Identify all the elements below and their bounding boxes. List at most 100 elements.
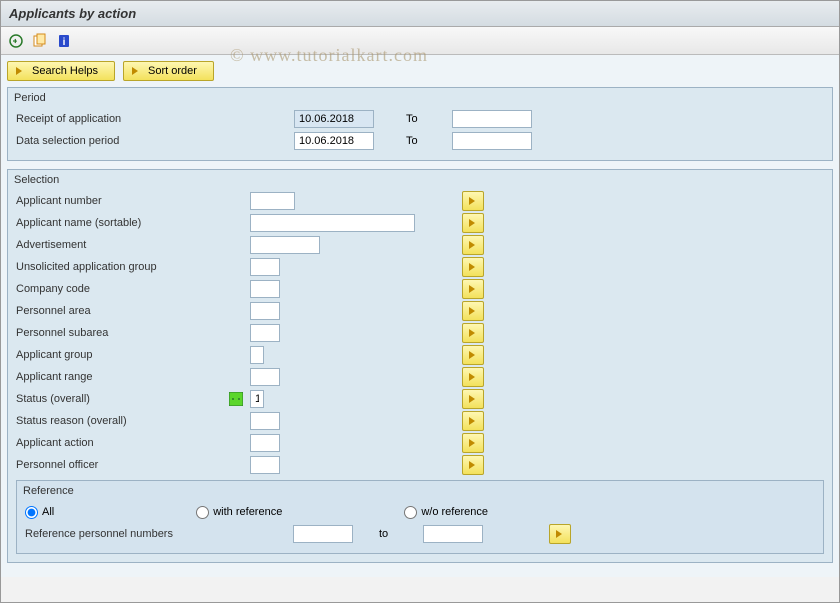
arrow-right-icon: [467, 437, 479, 449]
selection-group-title: Selection: [12, 174, 824, 186]
multiple-selection-button[interactable]: [462, 411, 484, 431]
field-input[interactable]: [250, 236, 320, 254]
multiple-selection-button[interactable]: [462, 301, 484, 321]
multiple-selection-button[interactable]: [462, 345, 484, 365]
field-input[interactable]: [250, 456, 280, 474]
execute-icon[interactable]: [7, 32, 25, 50]
field-label: Applicant range: [16, 371, 196, 383]
arrow-right-icon: [467, 393, 479, 405]
field-label: Personnel area: [16, 305, 196, 317]
arrow-right-icon: [130, 65, 142, 77]
arrow-right-icon: [14, 65, 26, 77]
ref-all-input[interactable]: [25, 506, 38, 519]
multiple-selection-button[interactable]: [462, 455, 484, 475]
selection-row: Company code: [16, 278, 824, 300]
reference-group-title: Reference: [21, 485, 815, 497]
selection-row: Advertisement: [16, 234, 824, 256]
arrow-right-icon: [467, 239, 479, 251]
multiple-selection-button[interactable]: [462, 279, 484, 299]
sort-order-button[interactable]: Sort order: [123, 61, 214, 81]
multiple-selection-button[interactable]: [462, 213, 484, 233]
ref-pernr-from-input[interactable]: [293, 525, 353, 543]
field-input[interactable]: [250, 280, 280, 298]
selection-row: Applicant action: [16, 432, 824, 454]
field-input[interactable]: [250, 346, 264, 364]
multiple-selection-button[interactable]: [462, 433, 484, 453]
arrow-right-icon: [467, 283, 479, 295]
multiple-selection-button[interactable]: [462, 367, 484, 387]
field-label: Applicant group: [16, 349, 196, 361]
data-sel-to-input[interactable]: [452, 132, 532, 150]
search-helps-label: Search Helps: [32, 65, 98, 77]
data-sel-from-input[interactable]: [294, 132, 374, 150]
arrow-right-icon: [467, 415, 479, 427]
svg-text:i: i: [63, 37, 66, 48]
selection-row: Applicant range: [16, 366, 824, 388]
field-label: Applicant name (sortable): [16, 217, 196, 229]
arrow-right-icon: [467, 217, 479, 229]
field-label: Personnel subarea: [16, 327, 196, 339]
field-input[interactable]: [250, 390, 264, 408]
main-area: Search Helps Sort order Period Receipt o…: [1, 55, 839, 577]
variant-icon[interactable]: [31, 32, 49, 50]
receipt-to-label: To: [406, 113, 446, 125]
ref-with-input[interactable]: [196, 506, 209, 519]
period-group: Period Receipt of application To Data se…: [7, 87, 833, 161]
ref-pernr-label: Reference personnel numbers: [25, 528, 215, 540]
field-label: Applicant action: [16, 437, 196, 449]
multiple-selection-button[interactable]: [462, 235, 484, 255]
selection-row: Applicant group: [16, 344, 824, 366]
arrow-right-icon: [467, 327, 479, 339]
ref-wo-input[interactable]: [404, 506, 417, 519]
receipt-from-input[interactable]: [294, 110, 374, 128]
receipt-to-input[interactable]: [452, 110, 532, 128]
ref-with-label: with reference: [213, 506, 282, 518]
selection-row: Status (overall): [16, 388, 824, 410]
ref-pernr-multiple-button[interactable]: [549, 524, 571, 544]
field-input[interactable]: [250, 258, 280, 276]
arrow-right-icon: [467, 195, 479, 207]
field-label: Advertisement: [16, 239, 196, 251]
field-input[interactable]: [250, 412, 280, 430]
field-input[interactable]: [250, 192, 295, 210]
window-title: Applicants by action: [1, 1, 839, 27]
data-sel-to-label: To: [406, 135, 446, 147]
multiple-selection-button[interactable]: [462, 389, 484, 409]
field-input[interactable]: [250, 214, 415, 232]
arrow-right-icon: [467, 305, 479, 317]
field-input[interactable]: [250, 302, 280, 320]
field-label: Status (overall): [16, 393, 196, 405]
field-label: Applicant number: [16, 195, 196, 207]
search-helps-button[interactable]: Search Helps: [7, 61, 115, 81]
selection-row: Personnel officer: [16, 454, 824, 476]
ref-with-radio[interactable]: with reference: [196, 506, 282, 519]
multiple-selection-button[interactable]: [462, 323, 484, 343]
field-input[interactable]: [250, 324, 280, 342]
selection-row: Applicant number: [16, 190, 824, 212]
arrow-right-icon: [554, 528, 566, 540]
field-label: Personnel officer: [16, 459, 196, 471]
info-icon[interactable]: i: [55, 32, 73, 50]
status-green-icon: [229, 392, 243, 406]
main-toolbar: i: [1, 27, 839, 55]
field-label: Unsolicited application group: [16, 261, 196, 273]
period-group-title: Period: [12, 92, 824, 104]
multiple-selection-button[interactable]: [462, 257, 484, 277]
ref-pernr-to-input[interactable]: [423, 525, 483, 543]
arrow-right-icon: [467, 459, 479, 471]
multiple-selection-button[interactable]: [462, 191, 484, 211]
field-input[interactable]: [250, 434, 280, 452]
sort-order-label: Sort order: [148, 65, 197, 77]
field-label: Company code: [16, 283, 196, 295]
selection-group: Selection Applicant number Applicant name…: [7, 169, 833, 563]
ref-all-label: All: [42, 506, 54, 518]
ref-all-radio[interactable]: All: [25, 506, 54, 519]
selection-row: Personnel area: [16, 300, 824, 322]
receipt-label: Receipt of application: [16, 113, 196, 125]
ref-pernr-to-label: to: [379, 528, 417, 540]
field-label: Status reason (overall): [16, 415, 196, 427]
field-input[interactable]: [250, 368, 280, 386]
selection-row: Status reason (overall): [16, 410, 824, 432]
ref-wo-radio[interactable]: w/o reference: [404, 506, 488, 519]
arrow-right-icon: [467, 371, 479, 383]
